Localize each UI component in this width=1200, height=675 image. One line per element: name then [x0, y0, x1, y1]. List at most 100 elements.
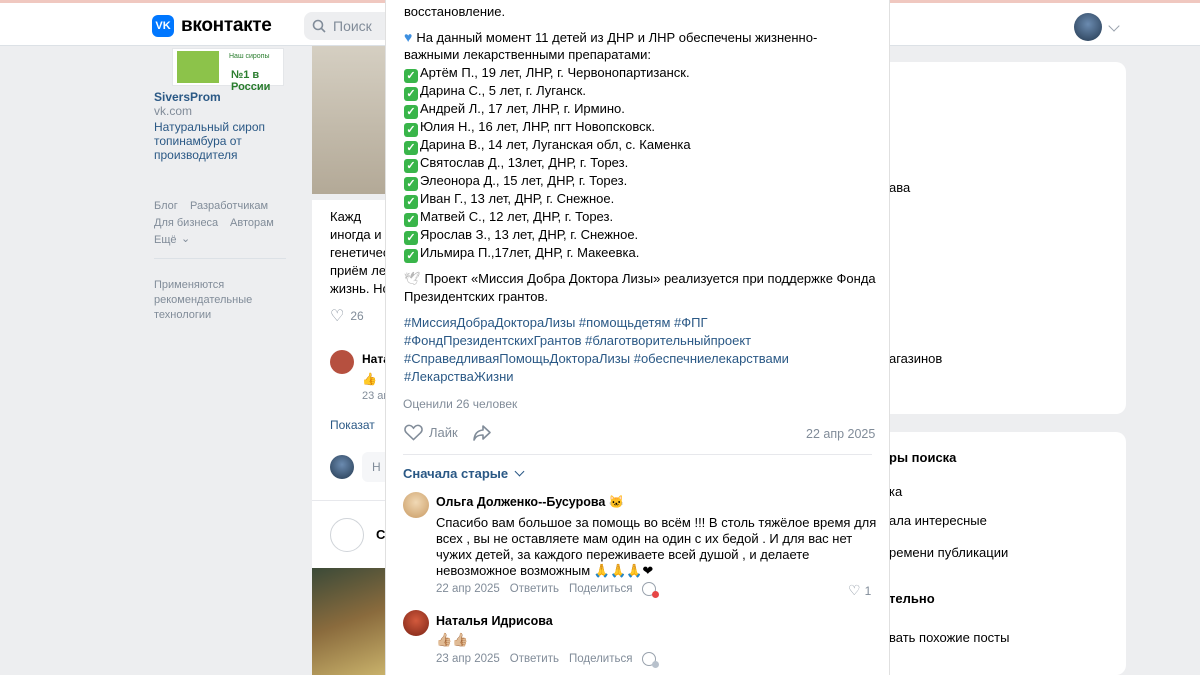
child-item: ✓ Матвей С., 12 лет, ДНР, г. Торез. — [404, 208, 613, 227]
search-options-title: ры поиска — [889, 450, 957, 465]
search-option[interactable]: ала интересные — [889, 513, 987, 528]
footer-link-authors[interactable]: Авторам — [230, 216, 274, 230]
right-menu-item[interactable]: ава — [889, 180, 910, 195]
feed-text-3: генетичес — [330, 245, 386, 260]
post-intro: восстановление. — [404, 4, 506, 19]
footer-link-blog[interactable]: Блог — [154, 199, 178, 213]
ad-description-3[interactable]: производителя — [154, 148, 238, 163]
chevron-down-icon[interactable] — [1108, 20, 1120, 32]
comment-date[interactable]: 23 апр 2025 — [436, 653, 500, 665]
group-name[interactable]: С — [376, 526, 386, 544]
feed-post-photo[interactable] — [312, 568, 386, 675]
check-mark-icon: ✓ — [404, 87, 418, 101]
comment-avatar[interactable] — [403, 492, 429, 518]
child-item: ✓ Иван Г., 13 лет, ДНР, г. Снежное. — [404, 190, 614, 209]
ad-description-2[interactable]: топинамбура от — [154, 134, 242, 149]
reaction-icon[interactable] — [642, 652, 660, 668]
comment-text-line: Спасибо вам большое за помощь во всём !!… — [436, 515, 877, 530]
check-mark-icon: ✓ — [404, 159, 418, 173]
reco-note-2: рекомендательные — [154, 294, 253, 306]
share-comment-button[interactable]: Поделиться — [569, 583, 633, 595]
check-mark-icon: ✓ — [404, 231, 418, 245]
post-date[interactable]: 22 апр 2025 — [806, 427, 875, 441]
reply-button[interactable]: Ответить — [510, 653, 559, 665]
feed-post-photo[interactable] — [312, 46, 386, 194]
search-icon — [312, 19, 326, 33]
group-avatar[interactable] — [330, 518, 364, 552]
feed-text-5: жизнь. Но — [330, 281, 386, 296]
child-item: ✓ Юлия Н., 16 лет, ЛНР, пгт Новопсковск. — [404, 118, 655, 137]
show-more-comments-link[interactable]: Показат — [330, 416, 386, 434]
feed-comment-date: 23 апр — [362, 390, 386, 402]
footer-link-business[interactable]: Для бизнеса — [154, 216, 218, 230]
divider — [154, 258, 286, 259]
blue-heart-icon: ♥ — [404, 29, 413, 45]
comment-meta: 22 апр 2025 Ответить Поделиться — [436, 582, 660, 598]
feed-like-count: 26 — [350, 309, 364, 323]
thumbs-up-icon: 👍 — [362, 372, 377, 386]
right-menu-item[interactable]: агазинов — [889, 351, 942, 366]
ad-brand[interactable]: SiversProm — [154, 90, 221, 105]
search-section-title: тельно — [889, 591, 935, 606]
feed-like-button[interactable]: ♡ 26 — [330, 306, 364, 326]
comment-text-line: невозможное возможным 🙏🙏🙏❤ — [436, 563, 654, 578]
search-option[interactable]: ка — [889, 484, 902, 499]
search-input[interactable]: Поиск — [304, 12, 394, 40]
reaction-icon[interactable] — [642, 582, 660, 598]
ad-product-image — [177, 51, 219, 83]
comment-avatar[interactable] — [403, 610, 429, 636]
heart-icon — [404, 424, 423, 441]
comment-text-line: 👍🏼👍🏼 — [436, 632, 469, 647]
hashtag-line[interactable]: #МиссияДобраДоктораЛизы #помощьдетям #ФП… — [404, 314, 708, 332]
check-mark-icon: ✓ — [404, 123, 418, 137]
ad-image[interactable]: Наш сиропы №1 в России — [172, 48, 284, 93]
child-item: ✓ Андрей Л., 17 лет, ЛНР, г. Ирмино. — [404, 100, 625, 119]
like-button[interactable]: Лайк — [404, 424, 458, 441]
share-button[interactable] — [472, 424, 492, 442]
comment-input-placeholder: Н — [372, 460, 381, 474]
share-icon — [473, 425, 491, 441]
search-placeholder: Поиск — [333, 18, 372, 34]
ad-badge-big: №1 в России — [231, 69, 271, 93]
comments-sort-dropdown[interactable]: Сначала старые — [403, 466, 525, 481]
hashtag-line[interactable]: #ФондПрезидентскихГрантов #благотворител… — [404, 332, 751, 350]
child-item: ✓ Артём П., 19 лет, ЛНР, г. Червонопартиз… — [404, 64, 690, 83]
child-item: ✓ Элеонора Д., 15 лет, ДНР, г. Торез. — [404, 172, 627, 191]
my-avatar — [330, 455, 354, 479]
child-item: ✓ Ярослав З., 13 лет, ДНР, г. Снежное. — [404, 226, 638, 245]
reply-button[interactable]: Ответить — [510, 583, 559, 595]
sort-label: Сначала старые — [403, 466, 509, 481]
user-avatar[interactable] — [1074, 13, 1102, 41]
footer-link-more[interactable]: Ещё — [154, 233, 177, 247]
search-option[interactable]: вать похожие посты — [889, 630, 1009, 645]
comment-date[interactable]: 22 апр 2025 — [436, 583, 500, 595]
feed-commenter-name[interactable]: Натал — [362, 350, 386, 368]
reco-note-3: технологии — [154, 309, 212, 321]
child-item: ✓ Дарина С., 5 лет, г. Луганск. — [404, 82, 586, 101]
hashtag-line[interactable]: #СправедливаяПомощьДоктораЛизы #обеспечн… — [404, 350, 789, 368]
feed-commenter-avatar[interactable] — [330, 350, 354, 374]
comment-author[interactable]: Наталья Идрисова — [436, 614, 553, 628]
project-line-1: 🕊 Проект «Миссия Добра Доктора Лизы» реал… — [404, 271, 876, 286]
comment-like-button[interactable]: ♡ 1 — [848, 582, 871, 599]
heart-icon: ♡ — [330, 308, 345, 325]
comment-meta: 23 апр 2025 Ответить Поделиться — [436, 652, 660, 668]
footer-link-developers[interactable]: Разработчикам — [190, 199, 268, 213]
chevron-down-icon: ⌄ — [181, 233, 191, 245]
check-mark-icon: ✓ — [404, 141, 418, 155]
reco-note-1: Применяются — [154, 279, 225, 291]
comment-author[interactable]: Ольга Долженко--Бусурова 🐱 — [436, 495, 624, 510]
child-item: ✓ Дарина В., 14 лет, Луганская обл, с. Ка… — [404, 136, 691, 155]
ad-description-1[interactable]: Натуральный сироп — [154, 120, 265, 135]
hashtag-line[interactable]: #ЛекарстваЖизни — [404, 368, 514, 386]
vk-logo[interactable]: VK вконтакте — [152, 15, 272, 37]
rated-by-count[interactable]: Оценили 26 человек — [403, 397, 517, 411]
heart-icon: ♡ — [848, 582, 861, 598]
dove-icon: 🕊 — [404, 271, 421, 286]
post-summary-line-2: важными лекарственными препаратами: — [404, 47, 652, 62]
search-option[interactable]: ремени публикации — [889, 545, 1008, 560]
feed-text-1: Кажд — [330, 209, 362, 224]
ad-badge-small: Наш сиропы — [229, 53, 270, 60]
share-comment-button[interactable]: Поделиться — [569, 653, 633, 665]
ad-url[interactable]: vk.com — [154, 104, 192, 119]
